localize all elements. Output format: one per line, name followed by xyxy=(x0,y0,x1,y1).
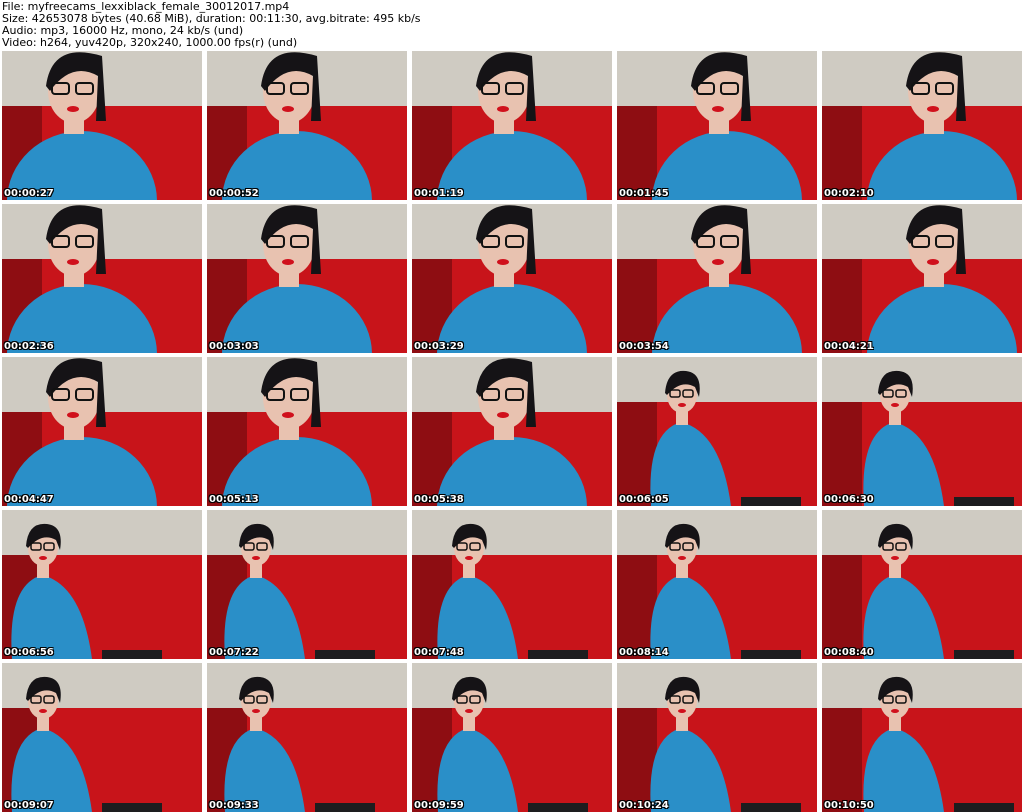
thumbnail-timestamp: 00:09:59 xyxy=(414,800,464,811)
video-thumbnail[interactable]: 00:02:36 xyxy=(2,204,202,353)
video-thumbnail[interactable]: 00:04:21 xyxy=(822,204,1022,353)
thumbnail-timestamp: 00:03:03 xyxy=(209,341,259,352)
thumbnail-timestamp: 00:00:52 xyxy=(209,188,259,199)
video-thumbnail[interactable]: 00:05:38 xyxy=(412,357,612,506)
thumbnail-timestamp: 00:03:54 xyxy=(619,341,669,352)
video-thumbnail[interactable]: 00:10:24 xyxy=(617,663,817,812)
thumbnail-timestamp: 00:07:48 xyxy=(414,647,464,658)
video-frame-icon xyxy=(412,357,612,506)
video-thumbnail[interactable]: 00:05:13 xyxy=(207,357,407,506)
video-frame-icon xyxy=(207,204,407,353)
video-frame-icon xyxy=(617,663,817,812)
video-thumbnail[interactable]: 00:07:48 xyxy=(412,510,612,659)
thumbnail-timestamp: 00:08:40 xyxy=(824,647,874,658)
video-frame-icon xyxy=(617,51,817,200)
video-thumbnail[interactable]: 00:03:29 xyxy=(412,204,612,353)
video-thumbnail[interactable]: 00:09:07 xyxy=(2,663,202,812)
video-frame-icon xyxy=(617,510,817,659)
video-frame-icon xyxy=(207,51,407,200)
video-thumbnail[interactable]: 00:09:59 xyxy=(412,663,612,812)
video-thumbnail[interactable]: 00:00:27 xyxy=(2,51,202,200)
thumbnail-timestamp: 00:05:38 xyxy=(414,494,464,505)
thumbnail-timestamp: 00:07:22 xyxy=(209,647,259,658)
video-frame-icon xyxy=(822,663,1022,812)
video-frame-icon xyxy=(2,663,202,812)
thumbnail-timestamp: 00:02:10 xyxy=(824,188,874,199)
video-frame-icon xyxy=(412,510,612,659)
video-frame-icon xyxy=(412,204,612,353)
video-thumbnail[interactable]: 00:08:14 xyxy=(617,510,817,659)
thumbnail-timestamp: 00:05:13 xyxy=(209,494,259,505)
video-frame-icon xyxy=(617,204,817,353)
video-thumbnail[interactable]: 00:06:30 xyxy=(822,357,1022,506)
video-frame-icon xyxy=(207,510,407,659)
video-frame-icon xyxy=(2,357,202,506)
thumbnail-timestamp: 00:09:07 xyxy=(4,800,54,811)
thumbnail-timestamp: 00:10:24 xyxy=(619,800,669,811)
thumbnail-timestamp: 00:08:14 xyxy=(619,647,669,658)
thumbnail-timestamp: 00:03:29 xyxy=(414,341,464,352)
video-frame-icon xyxy=(2,510,202,659)
thumbnail-timestamp: 00:04:47 xyxy=(4,494,54,505)
video-thumbnail[interactable]: 00:08:40 xyxy=(822,510,1022,659)
thumbnail-timestamp: 00:01:45 xyxy=(619,188,669,199)
thumbnail-timestamp: 00:06:56 xyxy=(4,647,54,658)
video-thumbnail[interactable]: 00:02:10 xyxy=(822,51,1022,200)
video-thumbnail[interactable]: 00:06:05 xyxy=(617,357,817,506)
video-frame-icon xyxy=(2,204,202,353)
video-frame-icon xyxy=(412,51,612,200)
video-frame-icon xyxy=(207,663,407,812)
video-thumbnail[interactable]: 00:01:19 xyxy=(412,51,612,200)
thumbnail-timestamp: 00:00:27 xyxy=(4,188,54,199)
thumbnail-timestamp: 00:10:50 xyxy=(824,800,874,811)
thumbnail-timestamp: 00:06:05 xyxy=(619,494,669,505)
thumbnail-timestamp: 00:01:19 xyxy=(414,188,464,199)
video-frame-icon xyxy=(822,51,1022,200)
video-frame-icon xyxy=(412,663,612,812)
video-frame-icon xyxy=(822,510,1022,659)
video-frame-icon xyxy=(822,204,1022,353)
thumbnail-grid: 00:00:27 00:00:52 00:01:19 00:01:45 00:02:10… xyxy=(2,51,1022,812)
video-info-line: Video: h264, yuv420p, 320x240, 1000.00 f… xyxy=(2,36,298,49)
video-thumbnail[interactable]: 00:06:56 xyxy=(2,510,202,659)
video-frame-icon xyxy=(2,51,202,200)
thumbnail-timestamp: 00:02:36 xyxy=(4,341,54,352)
thumbnail-timestamp: 00:06:30 xyxy=(824,494,874,505)
video-frame-icon xyxy=(617,357,817,506)
video-thumbnail[interactable]: 00:03:03 xyxy=(207,204,407,353)
video-frame-icon xyxy=(822,357,1022,506)
video-thumbnail[interactable]: 00:10:50 xyxy=(822,663,1022,812)
video-thumbnail[interactable]: 00:09:33 xyxy=(207,663,407,812)
thumbnail-timestamp: 00:04:21 xyxy=(824,341,874,352)
video-thumbnail[interactable]: 00:04:47 xyxy=(2,357,202,506)
video-thumbnail[interactable]: 00:07:22 xyxy=(207,510,407,659)
file-info-header: File: myfreecams_lexxiblack_female_30012… xyxy=(0,0,1024,50)
video-thumbnail[interactable]: 00:00:52 xyxy=(207,51,407,200)
thumbnail-timestamp: 00:09:33 xyxy=(209,800,259,811)
video-thumbnail[interactable]: 00:01:45 xyxy=(617,51,817,200)
video-frame-icon xyxy=(207,357,407,506)
video-thumbnail[interactable]: 00:03:54 xyxy=(617,204,817,353)
